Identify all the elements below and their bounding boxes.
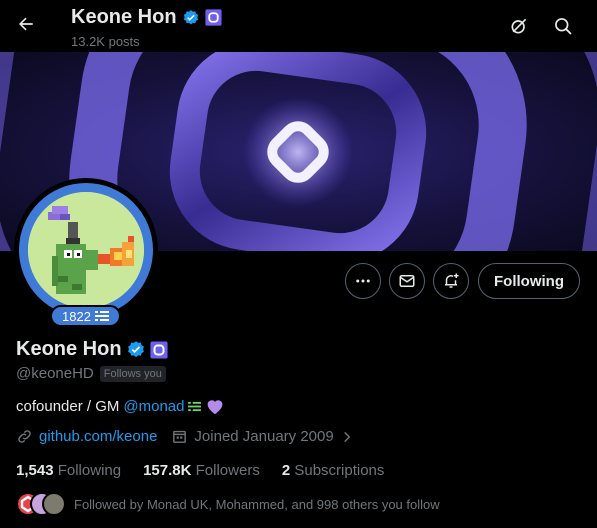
joined-date: Joined January 2009	[194, 428, 334, 445]
avatar[interactable]	[19, 183, 153, 317]
followed-by-row[interactable]: Followed by Monad UK, Mohammed, and 998 …	[16, 492, 440, 516]
pixel-character-art	[28, 192, 144, 308]
following-count: 1,543	[16, 462, 54, 479]
avatar-frame[interactable]	[14, 178, 158, 322]
website-link[interactable]: github.com/keone	[39, 428, 157, 445]
back-button[interactable]	[10, 8, 42, 40]
top-bar: Keone Hon 13.2K posts	[0, 0, 597, 52]
bio-mention-link[interactable]: @monad	[123, 398, 184, 415]
avatar-counter-badge: 1822	[50, 305, 121, 327]
follows-you-badge: Follows you	[99, 365, 166, 382]
subscriptions-stat[interactable]: 2 Subscriptions	[282, 462, 385, 479]
affiliate-badge-icon	[204, 9, 222, 26]
header-name: Keone Hon	[71, 6, 177, 28]
avatar-badge-value: 1822	[62, 308, 91, 324]
monad-lines-icon	[188, 401, 202, 411]
following-label: Following	[57, 462, 122, 479]
subscriptions-count: 2	[281, 462, 291, 479]
profile-stats: 1,543 Following 157.8K Followers 2 Subsc…	[16, 462, 384, 479]
affiliate-badge-icon[interactable]	[150, 340, 168, 359]
notify-icon	[445, 273, 459, 288]
search-icon	[555, 18, 572, 35]
calendar-icon	[173, 430, 187, 443]
more-button[interactable]	[345, 263, 381, 299]
verified-icon[interactable]	[126, 340, 146, 360]
chevron-right-icon[interactable]	[340, 430, 354, 444]
search-button[interactable]	[547, 10, 579, 42]
followed-by-avatars	[16, 492, 66, 516]
followed-by-text: Followed by Monad UK, Mohammed, and 998 …	[74, 496, 440, 512]
handle-row: @keoneHD Follows you	[16, 365, 166, 382]
profile-page: Keone Hon 13.2K posts 1822 Following Keo…	[0, 0, 597, 528]
followers-label: Followers	[195, 462, 260, 479]
notify-button[interactable]	[433, 263, 469, 299]
avatar-image	[28, 192, 144, 308]
back-arrow-icon	[19, 17, 33, 31]
followers-stat[interactable]: 157.8K Followers	[143, 462, 260, 479]
bio-text: cofounder / GM	[16, 397, 120, 415]
grok-icon	[511, 18, 527, 34]
following-button[interactable]: Following	[478, 263, 580, 299]
profile-bio: cofounder / GM @monad	[16, 397, 225, 415]
profile-handle: @keoneHD	[16, 365, 94, 382]
post-count: 13.2K posts	[71, 34, 140, 49]
message-icon	[399, 275, 415, 287]
verified-icon	[183, 9, 198, 24]
following-stat[interactable]: 1,543 Following	[16, 462, 121, 479]
purple-heart-icon	[208, 400, 223, 415]
monad-lines-icon	[94, 311, 109, 321]
header-title: Keone Hon	[71, 6, 222, 29]
followers-count: 157.8K	[143, 462, 192, 479]
more-icon	[356, 279, 370, 283]
message-button[interactable]	[389, 263, 425, 299]
subscriptions-label: Subscriptions	[294, 462, 385, 479]
profile-name-row: Keone Hon	[16, 338, 168, 361]
profile-name: Keone Hon	[16, 338, 122, 360]
link-icon	[18, 430, 31, 443]
follower-avatar	[42, 492, 66, 516]
grok-button[interactable]	[503, 10, 535, 42]
profile-meta: github.com/keone Joined January 2009	[16, 428, 354, 445]
